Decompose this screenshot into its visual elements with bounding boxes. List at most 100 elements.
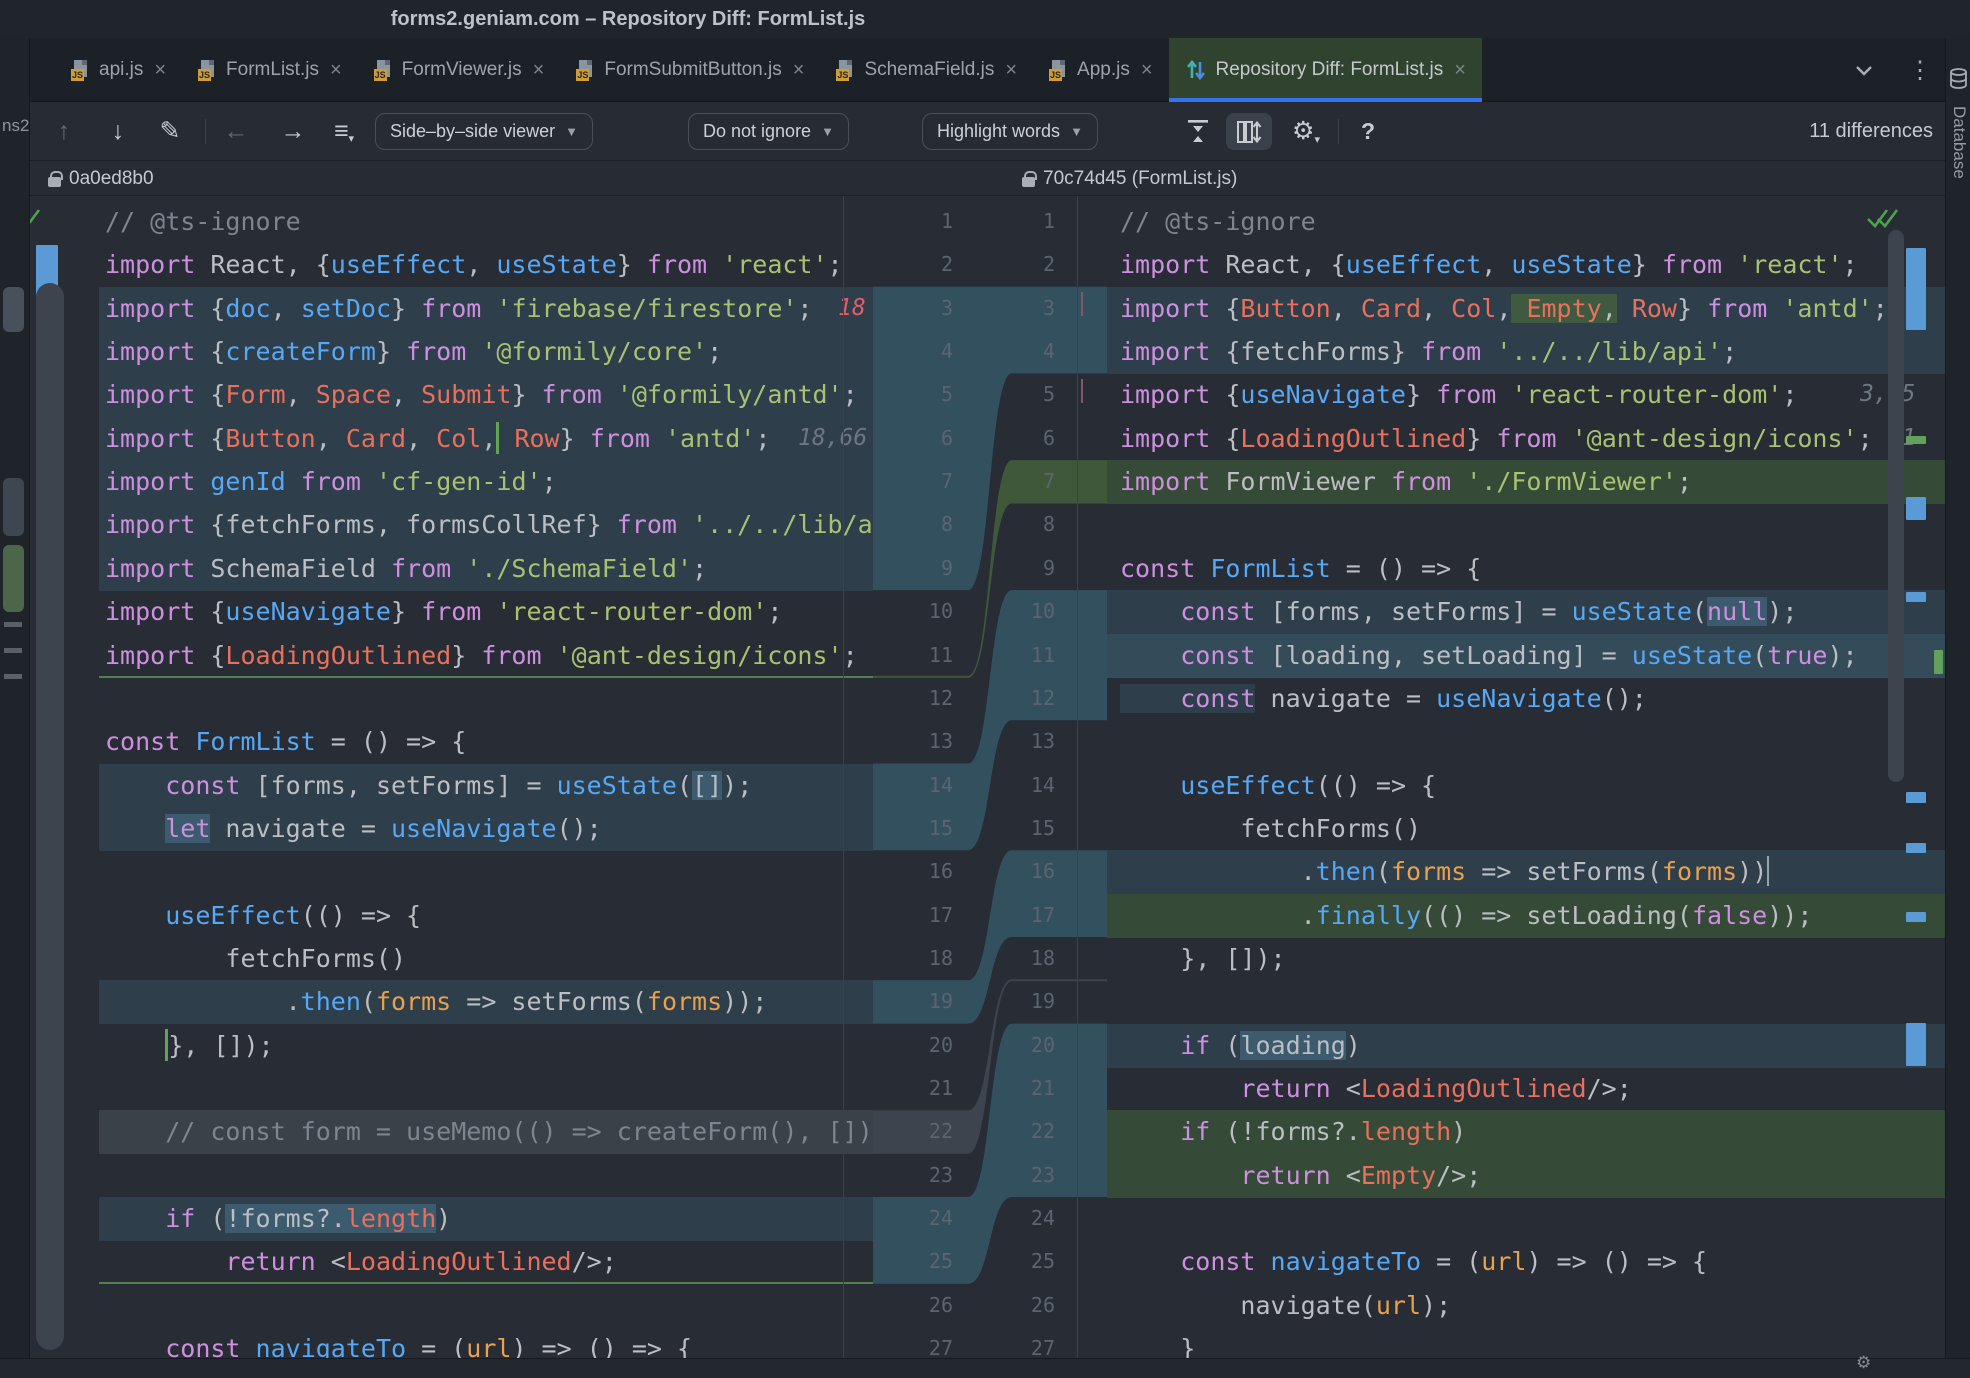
code-line: if (loading) xyxy=(1107,1024,1945,1068)
question-mark-icon: ? xyxy=(1361,118,1375,145)
file-list-menu-button[interactable]: ≡▾ xyxy=(326,102,362,160)
code-line: const [forms, setForms] = useState(null)… xyxy=(1107,590,1945,634)
code-line: fetchForms() xyxy=(1107,807,1945,851)
close-icon[interactable]: × xyxy=(1005,59,1017,82)
bottom-strip: ⚙ xyxy=(0,1358,1970,1378)
tab-formviewer-js[interactable]: JS FormViewer.js × xyxy=(358,38,561,102)
right-line-number: 10 xyxy=(995,590,1055,633)
left-line-number: 25 xyxy=(893,1240,953,1283)
code-line: fetchForms() xyxy=(99,937,873,981)
code-line: }, []); xyxy=(99,1024,873,1068)
left-line-number: 12 xyxy=(893,677,953,720)
close-icon[interactable]: × xyxy=(533,59,545,82)
code-line: const [forms, setForms] = useState([]); xyxy=(99,764,873,808)
back-button[interactable]: ← xyxy=(218,102,254,160)
code-line: let navigate = useNavigate(); xyxy=(99,807,873,851)
javascript-file-icon: JS xyxy=(836,60,855,81)
tab-api-js[interactable]: JSapi.js× xyxy=(55,38,182,102)
diff-settings-button[interactable]: ⚙▾ xyxy=(1286,102,1326,160)
tab-label: SchemaField.js xyxy=(864,59,994,81)
stripe-fragment xyxy=(4,648,22,653)
right-line-number: 5 xyxy=(995,373,1055,416)
left-line-number: 26 xyxy=(893,1284,953,1327)
sync-scroll-icon xyxy=(1235,119,1263,145)
tab-label: FormViewer.js xyxy=(402,59,522,81)
left-line-number: 8 xyxy=(893,503,953,546)
lock-icon xyxy=(1022,177,1035,187)
code-line: import {Button, Card, Col, Row} from 'an… xyxy=(99,417,873,461)
window-titlebar: forms2.geniam.com – Repository Diff: For… xyxy=(0,0,1970,38)
right-line-number: 24 xyxy=(995,1197,1055,1240)
stripe-fragment xyxy=(3,287,24,332)
gear-icon[interactable]: ⚙ xyxy=(1856,1353,1871,1373)
collapse-unchanged-button[interactable] xyxy=(1180,102,1216,160)
left-line-number: 13 xyxy=(893,720,953,763)
edit-source-button[interactable]: ✎ xyxy=(152,102,188,160)
code-line: // const form = useMemo(() => createForm… xyxy=(99,1110,873,1154)
tab-formlist-js[interactable]: JSFormList.js× xyxy=(182,38,358,102)
tab-schemafield-js[interactable]: JS SchemaField.js × xyxy=(820,38,1033,102)
right-line-number: 17 xyxy=(995,894,1055,937)
code-line: import SchemaField from './SchemaField'; xyxy=(99,547,873,591)
tab-repository-diff-formlist-js[interactable]: Repository Diff: FormList.js × xyxy=(1169,38,1482,102)
right-line-number: 20 xyxy=(995,1024,1055,1067)
code-line xyxy=(99,1154,873,1198)
ignore-policy-dropdown[interactable]: Do not ignore▼ xyxy=(688,113,849,150)
database-tool-window-button[interactable]: Database xyxy=(1949,106,1969,179)
right-line-number: 6 xyxy=(995,417,1055,460)
code-line: if (!forms?.length) xyxy=(99,1197,873,1241)
tab-label: Repository Diff: FormList.js xyxy=(1216,59,1444,81)
left-scrollbar-thumb[interactable] xyxy=(36,283,64,1350)
left-code: // @ts-ignoreimport React, {useEffect, u… xyxy=(99,196,873,1378)
prev-difference-button[interactable]: ↑ xyxy=(46,102,82,160)
code-line: import React, {useEffect, useState} from… xyxy=(99,243,873,287)
close-icon[interactable]: × xyxy=(1141,59,1153,82)
viewer-mode-dropdown[interactable]: Side–by–side viewer▼ xyxy=(375,113,593,150)
ignore-policy-value: Do not ignore xyxy=(703,121,811,142)
code-line: .then(forms => setForms(forms)); xyxy=(99,980,873,1024)
tab-formsubmitbutton-js[interactable]: JSFormSubmitButton.js× xyxy=(560,38,820,102)
left-line-number: 6 xyxy=(893,417,953,460)
close-icon[interactable]: × xyxy=(793,59,805,82)
left-line-number: 9 xyxy=(893,547,953,590)
database-icon[interactable] xyxy=(1949,68,1968,90)
right-editor-pane[interactable]: // @ts-ignoreimport React, {useEffect, u… xyxy=(1107,196,1945,1378)
change-tick xyxy=(1081,292,1083,316)
synchronize-scrolling-button[interactable] xyxy=(1226,113,1272,150)
code-line xyxy=(1107,1197,1945,1241)
help-button[interactable]: ? xyxy=(1352,102,1384,160)
right-line-number: 13 xyxy=(995,720,1055,763)
next-difference-button[interactable]: ↓ xyxy=(100,102,136,160)
forward-button[interactable]: → xyxy=(275,102,311,160)
close-icon[interactable]: × xyxy=(330,59,342,82)
left-line-number: 17 xyxy=(893,894,953,937)
right-scrollbar-thumb[interactable] xyxy=(1888,230,1904,782)
left-line-number: 22 xyxy=(893,1110,953,1153)
code-line xyxy=(1107,720,1945,764)
chevron-down-icon: ▼ xyxy=(565,124,578,139)
code-line: import {useNavigate} from 'react-router-… xyxy=(1107,373,1945,417)
diff-toolbar: ↑ ↓ ✎ ← → ≡▾ Side–by–side viewer▼ Do not… xyxy=(0,102,1970,160)
right-line-number: 25 xyxy=(995,1240,1055,1283)
highlight-mode-dropdown[interactable]: Highlight words▼ xyxy=(922,113,1098,150)
diff-gutter: 1122334455667788991010111112121313141415… xyxy=(873,196,1107,1378)
code-line: const navigate = useNavigate(); xyxy=(1107,677,1945,721)
code-line xyxy=(1107,503,1945,547)
changed-marker xyxy=(1906,792,1926,803)
arrow-left-icon: ← xyxy=(224,119,249,144)
code-line: import {createForm} from '@formily/core'… xyxy=(99,330,873,374)
tab-app-js[interactable]: JSApp.js× xyxy=(1033,38,1169,102)
pencil-icon: ✎ xyxy=(160,119,181,144)
tab-options-kebab-icon[interactable]: ⋮ xyxy=(1908,38,1932,102)
close-icon[interactable]: × xyxy=(154,59,166,82)
javascript-file-icon: JS xyxy=(374,60,393,81)
code-line: const [loading, setLoading] = useState(t… xyxy=(1107,634,1945,678)
arrow-down-icon: ↓ xyxy=(112,119,125,144)
tab-list-chevron-down-icon[interactable] xyxy=(1852,38,1876,102)
right-tool-stripe: Database xyxy=(1945,38,1970,1378)
code-line: import {fetchForms} from '../../lib/api'… xyxy=(1107,330,1945,374)
right-line-number: 19 xyxy=(995,980,1055,1023)
left-editor-pane[interactable]: // @ts-ignoreimport React, {useEffect, u… xyxy=(30,196,873,1378)
left-line-number: 5 xyxy=(893,373,953,416)
close-icon[interactable]: × xyxy=(1454,59,1466,82)
